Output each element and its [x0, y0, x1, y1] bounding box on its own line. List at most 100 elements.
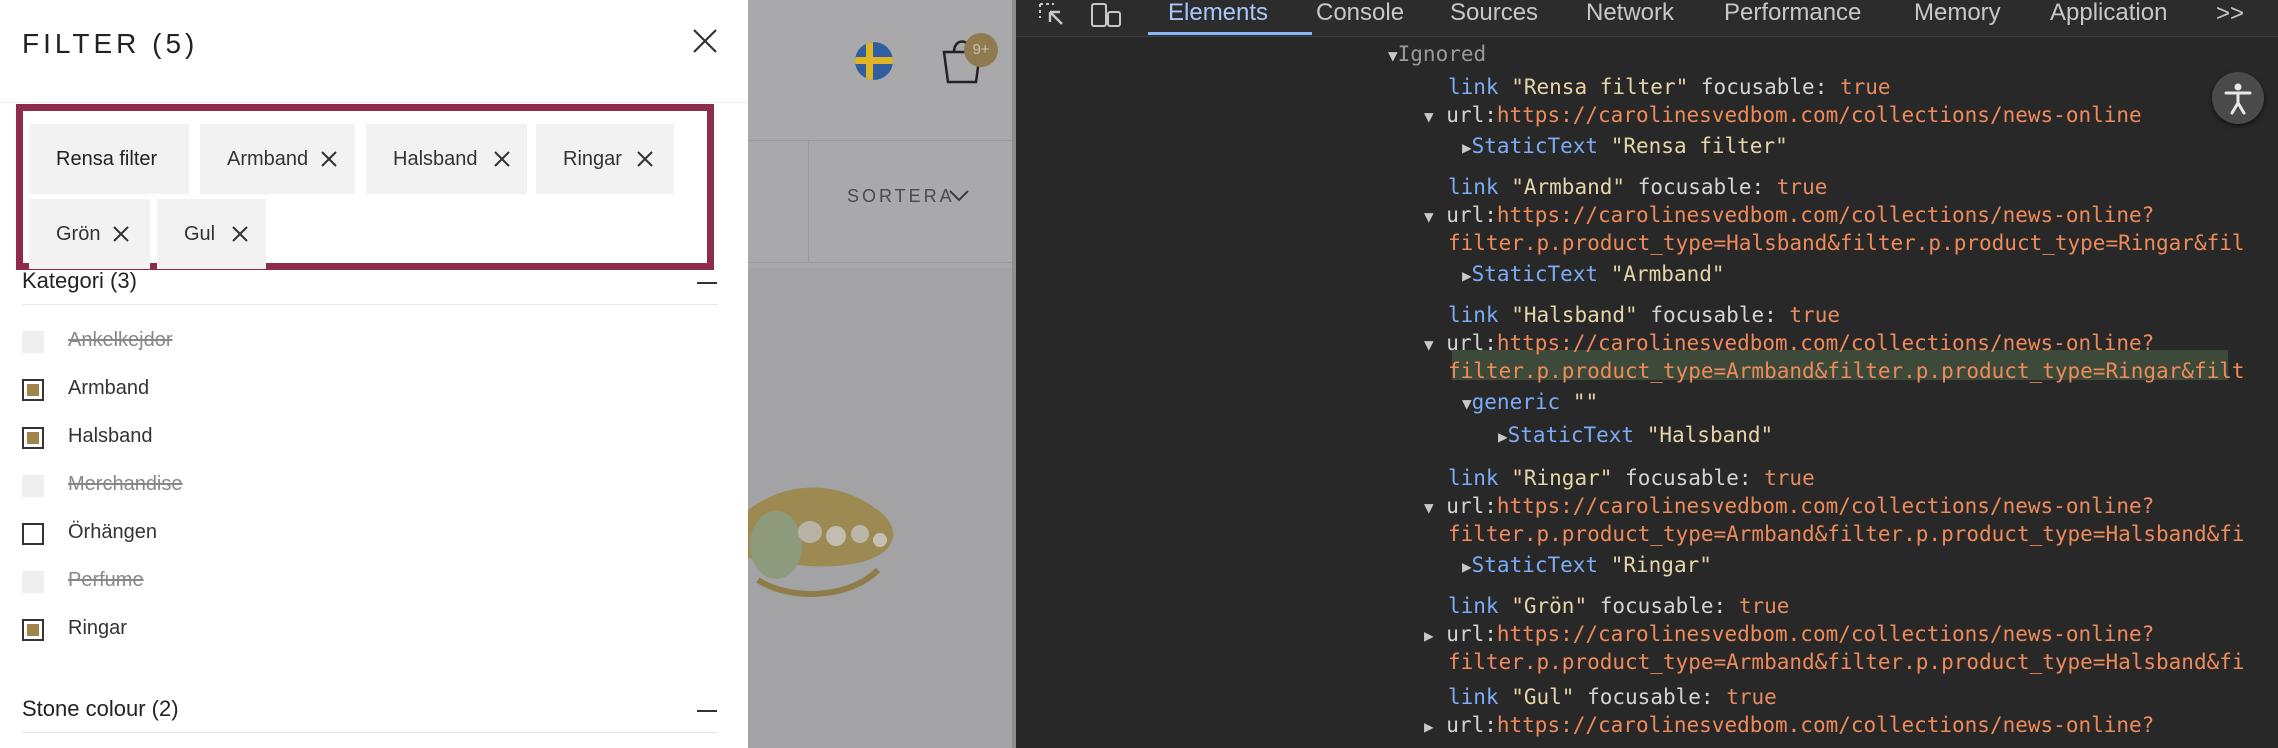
sort-button[interactable]: SORTERA [847, 186, 955, 207]
checkbox [22, 571, 44, 593]
checkbox [22, 475, 44, 497]
ring-product-image[interactable] [748, 440, 908, 620]
option-label: Armband [68, 377, 150, 399]
expand-triangle-icon[interactable]: ▼ [1424, 335, 1434, 354]
active-filters-box: Rensa filter Armband Halsband Ringar Grö… [16, 104, 714, 270]
toolbar-divider [808, 140, 809, 262]
devtools-panel: Elements Console Sources Network Perform… [1016, 0, 2278, 748]
tab-elements[interactable]: Elements [1168, 0, 1268, 36]
tree-node-url-continued: filter.p.product_type=Armband&filter.p.p… [1448, 522, 2245, 546]
filter-panel: FILTER (5) Rensa filter Armband Halsband… [0, 0, 748, 748]
category-section-title[interactable]: Kategori (3) [22, 268, 137, 294]
tree-node-generic[interactable]: ▼generic "" [1462, 388, 1598, 416]
more-tabs-button[interactable]: >> [2216, 0, 2244, 28]
tab-sources[interactable]: Sources [1450, 0, 1538, 36]
filter-chip-halsband[interactable]: Halsband [366, 124, 527, 194]
option-label: Ankelkejdor [68, 329, 173, 351]
cart-count-badge: 9+ [964, 33, 998, 67]
close-icon[interactable] [690, 26, 720, 56]
checkbox[interactable] [22, 427, 44, 449]
sweden-flag-icon[interactable] [855, 42, 893, 80]
storefront-overlay[interactable]: 9+ SORTERA [748, 0, 1016, 748]
option-label: Ringar [68, 617, 127, 639]
header-divider [0, 102, 748, 103]
chip-label: Halsband [393, 148, 478, 170]
tree-node-url[interactable]: ▼ url:https://carolinesvedbom.com/collec… [1424, 492, 2154, 520]
collapse-minus-icon[interactable] [697, 282, 717, 284]
inspect-element-icon[interactable] [1038, 2, 1068, 28]
chip-label: Armband [227, 148, 309, 170]
tree-node-statictext[interactable]: ▶StaticText "Armband" [1462, 260, 1725, 288]
tree-node-statictext[interactable]: ▶StaticText "Rensa filter" [1462, 132, 1788, 160]
tree-node-link-rensa[interactable]: link "Rensa filter" focusable: true [1448, 73, 1891, 101]
expand-triangle-icon[interactable]: ▼ [1424, 107, 1434, 126]
collapse-minus-icon[interactable] [697, 710, 717, 712]
expand-triangle-icon[interactable]: ▼ [1388, 46, 1398, 65]
chip-label: Rensa filter [56, 148, 158, 170]
tree-node-link-gron[interactable]: link "Grön" focusable: true [1448, 592, 1789, 620]
collapse-triangle-icon[interactable]: ▶ [1424, 626, 1434, 645]
chip-label: Gul [184, 223, 216, 245]
collapse-triangle-icon[interactable]: ▶ [1424, 717, 1434, 736]
collapse-triangle-icon[interactable]: ▶ [1462, 266, 1472, 285]
collapse-triangle-icon[interactable]: ▶ [1462, 557, 1472, 576]
chevron-down-icon[interactable] [948, 188, 970, 204]
option-label: Merchandise [68, 473, 183, 495]
tree-node-url[interactable]: ▼ url:https://carolinesvedbom.com/collec… [1424, 329, 2154, 357]
tree-node-url-continued: filter.p.product_type=Halsband&filter.p.… [1448, 231, 2245, 255]
filter-chip-gron[interactable]: Grön [29, 199, 150, 269]
checkbox[interactable] [22, 523, 44, 545]
stone-colour-section-title[interactable]: Stone colour (2) [22, 696, 179, 722]
toolbar-divider [748, 262, 1016, 263]
option-label: Halsband [68, 425, 153, 447]
filter-chip-armband[interactable]: Armband [200, 124, 355, 194]
header-divider [748, 140, 1016, 141]
clear-filters-button[interactable]: Rensa filter [29, 124, 189, 194]
tree-node-ignored[interactable]: ▼Ignored [1388, 40, 1486, 68]
expand-triangle-icon[interactable]: ▼ [1462, 394, 1472, 413]
section-divider [22, 732, 718, 733]
tree-node-link-armband[interactable]: link "Armband" focusable: true [1448, 173, 1827, 201]
checkbox[interactable] [22, 379, 44, 401]
expand-triangle-icon[interactable]: ▼ [1424, 207, 1434, 226]
filter-chip-ringar[interactable]: Ringar [536, 124, 674, 194]
chip-label: Grön [56, 223, 101, 245]
collapse-triangle-icon[interactable]: ▶ [1462, 138, 1472, 157]
tab-application[interactable]: Application [2050, 0, 2167, 36]
accessibility-button[interactable] [2212, 72, 2264, 124]
tree-node-link-halsband[interactable]: link "Halsband" focusable: true [1448, 301, 1840, 329]
active-tab-indicator [1148, 32, 1312, 35]
tree-node-statictext[interactable]: ▶StaticText "Ringar" [1462, 551, 1712, 579]
tab-memory[interactable]: Memory [1914, 0, 2001, 36]
tree-node-url-continued: filter.p.product_type=Armband&filter.p.p… [1448, 359, 2245, 383]
checkbox[interactable] [22, 619, 44, 641]
option-label: Perfume [68, 569, 144, 591]
option-label: Örhängen [68, 521, 157, 543]
tree-node-url[interactable]: ▶ url:https://carolinesvedbom.com/collec… [1424, 620, 2154, 648]
accessibility-icon [2224, 83, 2252, 115]
filter-chip-gul[interactable]: Gul [157, 199, 266, 269]
device-toolbar-icon[interactable] [1090, 2, 1122, 28]
tree-node-url[interactable]: ▼ url:https://carolinesvedbom.com/collec… [1424, 101, 2142, 129]
filter-title: FILTER (5) [22, 28, 199, 59]
tree-node-link-gul[interactable]: link "Gul" focusable: true [1448, 683, 1777, 711]
chip-label: Ringar [563, 148, 622, 170]
tree-node-url[interactable]: ▼ url:https://carolinesvedbom.com/collec… [1424, 201, 2154, 229]
remove-icon[interactable] [636, 150, 654, 168]
section-divider [22, 304, 718, 305]
tab-console[interactable]: Console [1316, 0, 1404, 36]
tab-network[interactable]: Network [1586, 0, 1674, 36]
remove-icon[interactable] [112, 225, 130, 243]
collapse-triangle-icon[interactable]: ▶ [1498, 427, 1508, 446]
tree-node-url[interactable]: ▶ url:https://carolinesvedbom.com/collec… [1424, 711, 2154, 739]
remove-icon[interactable] [493, 150, 511, 168]
remove-icon[interactable] [231, 225, 249, 243]
tree-node-statictext[interactable]: ▶StaticText "Halsband" [1498, 421, 1773, 449]
checkbox [22, 331, 44, 353]
tab-performance[interactable]: Performance [1724, 0, 1861, 36]
tree-node-link-ringar[interactable]: link "Ringar" focusable: true [1448, 464, 1815, 492]
expand-triangle-icon[interactable]: ▼ [1424, 498, 1434, 517]
tree-node-url-continued: filter.p.product_type=Armband&filter.p.p… [1448, 650, 2245, 674]
remove-icon[interactable] [320, 150, 338, 168]
devtools-toolbar: Elements Console Sources Network Perform… [1016, 0, 2278, 37]
